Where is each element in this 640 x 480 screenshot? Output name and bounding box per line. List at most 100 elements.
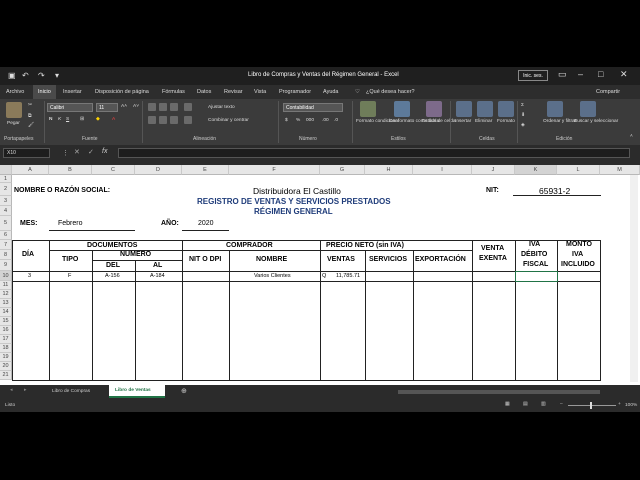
column-header-e[interactable]: E bbox=[182, 165, 229, 175]
zoom-out-icon[interactable]: – bbox=[560, 402, 563, 407]
row-header-17[interactable]: 17 bbox=[0, 335, 12, 344]
tab-inicio[interactable]: Inicio bbox=[33, 85, 56, 99]
cut-icon[interactable]: ✂ bbox=[28, 103, 32, 108]
minimize-icon[interactable]: – bbox=[578, 69, 583, 79]
save-icon[interactable]: ▣ bbox=[8, 71, 16, 80]
paste-icon[interactable] bbox=[6, 102, 22, 118]
font-color-icon[interactable]: A bbox=[112, 117, 115, 122]
share-button[interactable]: Compartir bbox=[596, 89, 620, 95]
tab-disposicion[interactable]: Disposición de página bbox=[95, 89, 149, 95]
row-header-18[interactable]: 18 bbox=[0, 344, 12, 353]
align-bottom-icon[interactable] bbox=[170, 103, 178, 111]
conditional-format-icon[interactable] bbox=[360, 101, 376, 117]
row-header-15[interactable]: 15 bbox=[0, 317, 12, 326]
shrink-font-icon[interactable]: A˅ bbox=[133, 104, 139, 109]
cell-tipo[interactable]: F bbox=[68, 273, 71, 279]
insert-cells-icon[interactable] bbox=[456, 101, 472, 117]
tab-insertar[interactable]: Insertar bbox=[63, 89, 82, 95]
signin-button[interactable]: Inic. ses. bbox=[518, 70, 548, 81]
find-select-icon[interactable] bbox=[580, 101, 596, 117]
cell-del[interactable]: A-156 bbox=[105, 273, 120, 279]
page-layout-icon[interactable]: ▤ bbox=[523, 402, 528, 407]
mes-value[interactable]: Febrero bbox=[58, 220, 83, 227]
fill-color-icon[interactable]: ◆ bbox=[96, 117, 100, 122]
anio-value[interactable]: 2020 bbox=[198, 220, 214, 227]
row-header-16[interactable]: 16 bbox=[0, 326, 12, 335]
next-sheet-icon[interactable]: ▸ bbox=[24, 388, 26, 393]
collapse-ribbon-icon[interactable]: ˄ bbox=[630, 134, 633, 139]
name-box[interactable]: X10 bbox=[3, 148, 50, 158]
prev-sheet-icon[interactable]: ◂ bbox=[10, 388, 12, 393]
row-header-3[interactable]: 3 bbox=[0, 196, 12, 206]
tab-formulas[interactable]: Fórmulas bbox=[162, 89, 185, 95]
column-header-l[interactable]: L bbox=[557, 165, 600, 175]
sort-filter-button[interactable]: Ordenar y filtrar bbox=[543, 119, 576, 124]
font-size-select[interactable]: 11 bbox=[96, 103, 118, 112]
company-name[interactable]: Distribuidora El Castillo bbox=[253, 186, 341, 196]
decrease-decimal-icon[interactable]: .0 bbox=[334, 118, 338, 123]
tab-datos[interactable]: Datos bbox=[197, 89, 211, 95]
enter-icon[interactable]: ✓ bbox=[88, 148, 94, 156]
tab-vista[interactable]: Vista bbox=[254, 89, 266, 95]
format-cells-icon[interactable] bbox=[498, 101, 514, 117]
normal-view-icon[interactable]: ▦ bbox=[505, 402, 510, 407]
tab-archivo[interactable]: Archivo bbox=[6, 89, 24, 95]
align-top-icon[interactable] bbox=[148, 103, 156, 111]
column-header-h[interactable]: H bbox=[365, 165, 413, 175]
column-header-f[interactable]: F bbox=[229, 165, 320, 175]
tab-revisar[interactable]: Revisar bbox=[224, 89, 243, 95]
zoom-level[interactable]: 100% bbox=[625, 403, 637, 408]
copy-icon[interactable]: ⧉ bbox=[28, 113, 31, 119]
row-header-5[interactable]: 5 bbox=[0, 216, 12, 231]
sheet-tab-ventas-bg[interactable]: Libro de Ventas bbox=[109, 385, 165, 398]
close-icon[interactable]: ✕ bbox=[620, 69, 628, 80]
column-header-j[interactable]: J bbox=[472, 165, 515, 175]
customize-icon[interactable]: ▾ bbox=[55, 71, 59, 80]
number-format-select[interactable]: Contabilidad bbox=[283, 103, 343, 112]
find-select-button[interactable]: Buscar y seleccionar bbox=[574, 119, 618, 124]
column-header-d[interactable]: D bbox=[135, 165, 182, 175]
column-header-c[interactable]: C bbox=[92, 165, 135, 175]
row-header-9[interactable]: 9 bbox=[0, 260, 12, 271]
tell-me-search[interactable]: ¿Qué desea hacer? bbox=[366, 89, 415, 95]
row-header-14[interactable]: 14 bbox=[0, 308, 12, 317]
cell-ventas[interactable]: 11,785.71 bbox=[336, 273, 360, 279]
grow-font-icon[interactable]: A˄ bbox=[121, 104, 127, 109]
column-header-g[interactable]: G bbox=[320, 165, 365, 175]
delete-cells-icon[interactable] bbox=[477, 101, 493, 117]
formula-input[interactable] bbox=[118, 148, 630, 158]
undo-icon[interactable]: ↶ bbox=[22, 71, 29, 80]
horizontal-scrollbar[interactable] bbox=[398, 390, 600, 394]
tab-programador[interactable]: Programador bbox=[279, 89, 311, 95]
indent-icon[interactable] bbox=[184, 116, 192, 124]
delete-button[interactable]: Eliminar bbox=[475, 119, 492, 124]
align-left-icon[interactable] bbox=[148, 116, 156, 124]
row-header-10[interactable]: 10 bbox=[0, 271, 12, 281]
row-header-7[interactable]: 7 bbox=[0, 240, 12, 250]
row-header-20[interactable]: 20 bbox=[0, 362, 12, 371]
borders-icon[interactable]: ⊞ bbox=[80, 117, 84, 122]
row-header-19[interactable]: 19 bbox=[0, 353, 12, 362]
align-center-icon[interactable] bbox=[159, 116, 167, 124]
zoom-in-icon[interactable]: + bbox=[618, 402, 621, 407]
orientation-icon[interactable] bbox=[184, 103, 192, 111]
redo-icon[interactable]: ↷ bbox=[38, 71, 45, 80]
cell-styles-icon[interactable] bbox=[426, 101, 442, 117]
increase-decimal-icon[interactable]: .00 bbox=[322, 118, 329, 123]
zoom-thumb[interactable] bbox=[590, 402, 592, 409]
row-header-4[interactable]: 4 bbox=[0, 206, 12, 216]
format-button[interactable]: Formato bbox=[497, 119, 515, 124]
sheet-tab-compras[interactable]: Libro de Compras bbox=[52, 389, 90, 394]
page-break-icon[interactable]: ▥ bbox=[541, 402, 546, 407]
insert-button[interactable]: Insertar bbox=[455, 119, 471, 124]
format-table-icon[interactable] bbox=[394, 101, 410, 117]
insert-function-icon[interactable]: fx bbox=[102, 148, 107, 155]
zoom-slider[interactable] bbox=[568, 405, 616, 406]
align-middle-icon[interactable] bbox=[159, 103, 167, 111]
bold-icon[interactable]: N bbox=[49, 117, 52, 122]
sheet-tab-ventas[interactable]: Libro de Ventas bbox=[115, 388, 151, 393]
maximize-icon[interactable]: □ bbox=[598, 69, 603, 79]
cell-dia[interactable]: 3 bbox=[28, 273, 31, 279]
column-header-a[interactable]: A bbox=[12, 165, 49, 175]
cell-al[interactable]: A-184 bbox=[150, 273, 165, 279]
